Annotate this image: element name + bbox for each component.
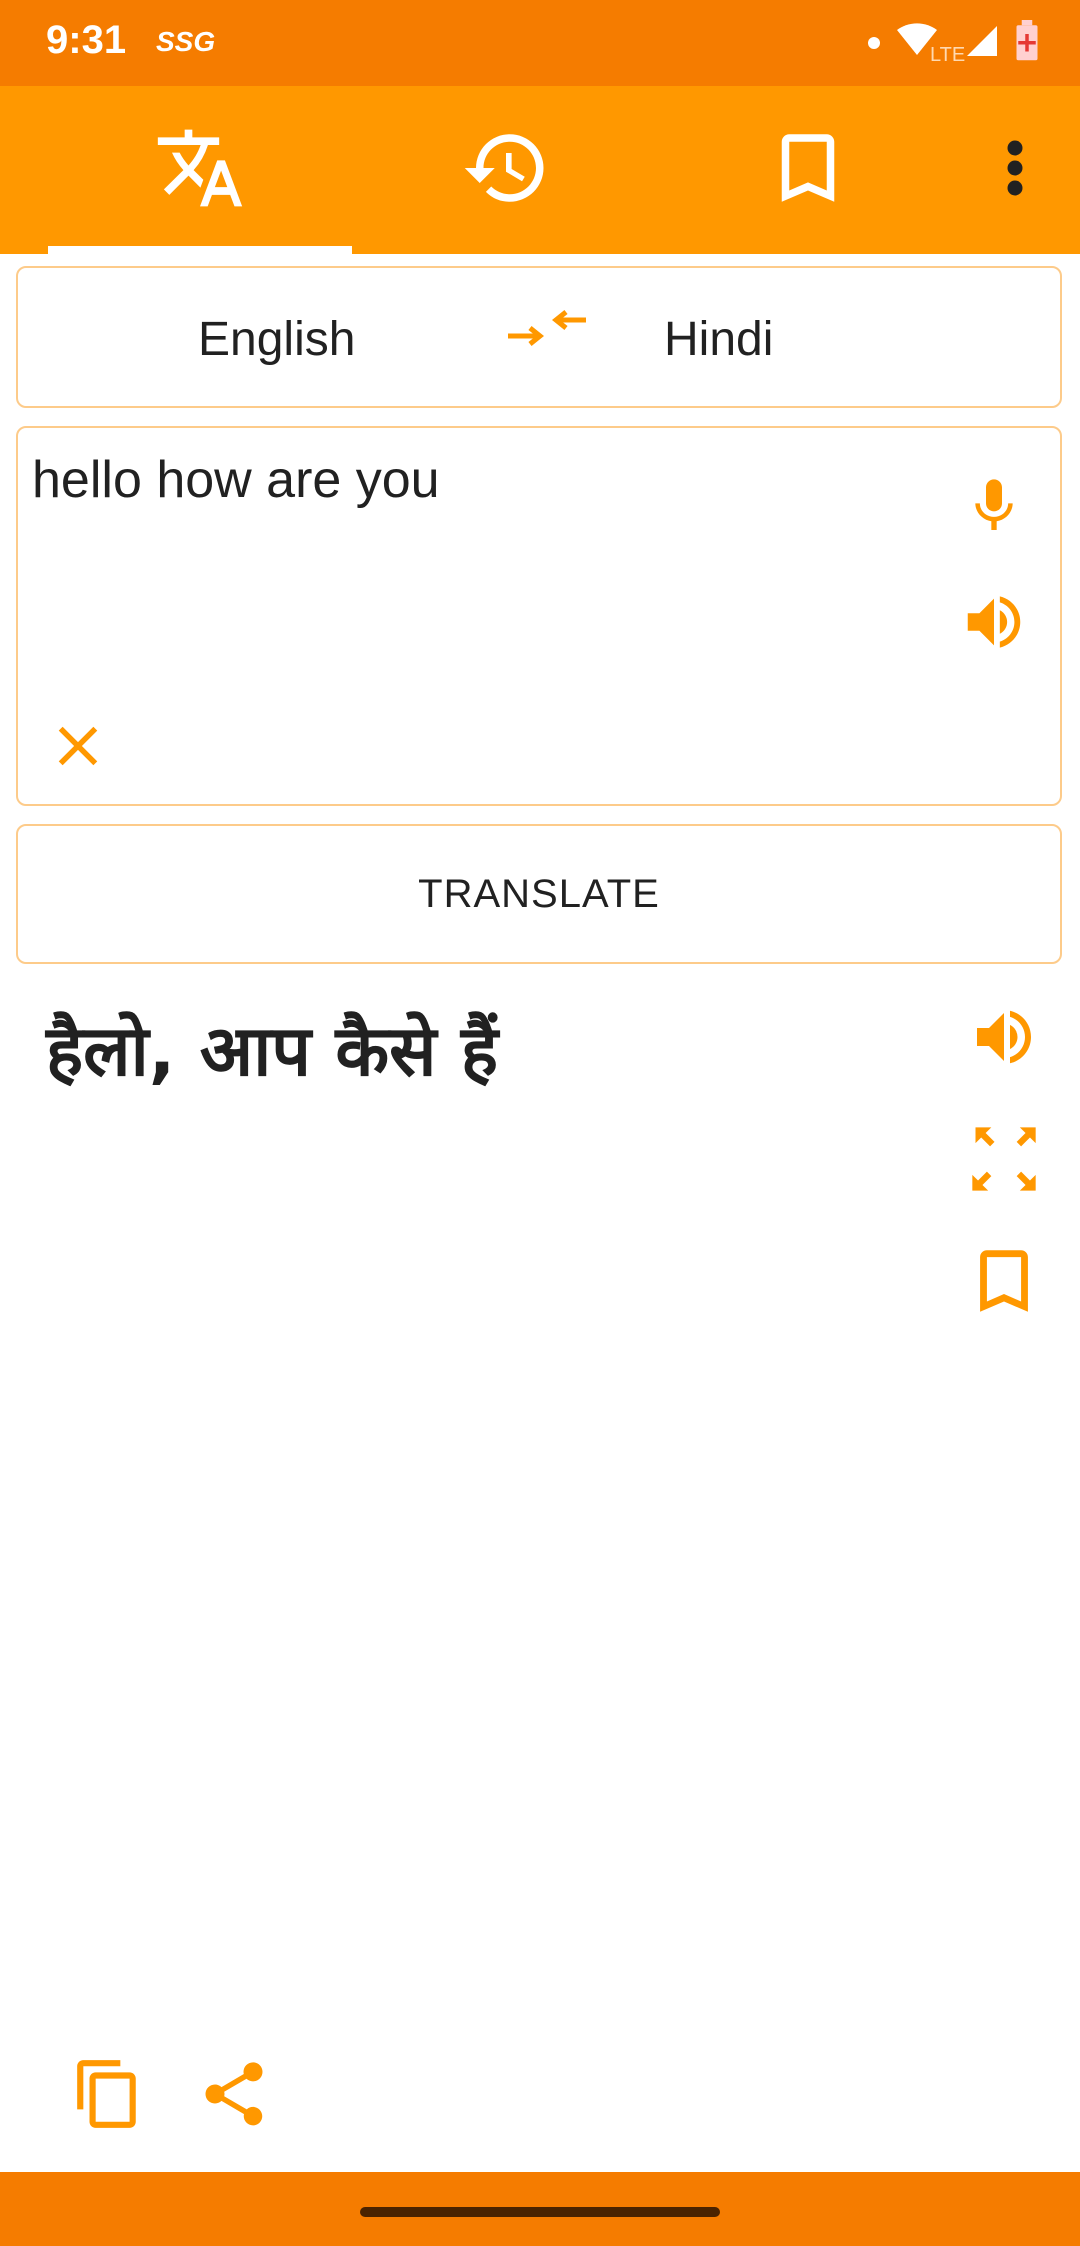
overflow-menu-button[interactable] [980,86,1050,254]
signal-icon [964,23,1000,64]
swap-icon [508,309,586,367]
tab-history[interactable] [354,86,658,254]
active-tab-indicator [48,246,352,254]
bookmark-translation-button[interactable] [964,1240,1044,1326]
wifi-icon: LTE [894,20,965,66]
navigation-bar [0,2172,1080,2246]
speaker-icon [968,1001,1040,1078]
status-time: 9:31 [46,18,127,62]
battery-icon [1014,19,1040,67]
source-language[interactable]: English [198,312,355,367]
input-card: hello how are you [16,426,1062,806]
translate-icon [154,122,246,219]
speaker-icon [959,587,1029,662]
target-language[interactable]: Hindi [664,312,773,367]
bookmark-icon [763,123,853,218]
source-speak-button[interactable] [954,584,1034,664]
app-bar [0,86,1080,254]
home-handle[interactable] [360,2207,720,2217]
close-icon [45,713,111,784]
translate-button-label: TRANSLATE [418,871,660,916]
output-speak-button[interactable] [964,996,1044,1082]
swap-languages-button[interactable] [502,308,592,368]
bookmark-icon [963,1240,1045,1327]
copy-button[interactable] [70,2054,146,2138]
share-button[interactable] [196,2054,272,2138]
more-vert-icon [1003,138,1027,203]
microphone-button[interactable] [954,468,1034,548]
share-icon [196,2056,272,2137]
tab-bookmarks[interactable] [656,86,960,254]
history-icon [461,123,551,218]
tab-translate[interactable] [48,86,352,254]
language-selector: English Hindi [16,266,1062,408]
fullscreen-button[interactable] [964,1118,1044,1204]
fullscreen-icon [966,1121,1042,1202]
translate-button[interactable]: TRANSLATE [16,824,1062,964]
translated-text: हैलो, आप कैसे हैं [46,1010,499,1092]
notification-dot-icon [868,37,880,49]
copy-icon [71,2057,145,2136]
mic-icon [962,474,1026,543]
status-carrier: SSG [156,26,216,57]
status-icons: LTE [868,19,1040,67]
status-bar: 9:31 SSG LTE [0,0,1080,86]
clear-input-button[interactable] [38,708,118,788]
network-type: LTE [930,44,966,66]
source-text-input[interactable]: hello how are you [32,450,440,510]
